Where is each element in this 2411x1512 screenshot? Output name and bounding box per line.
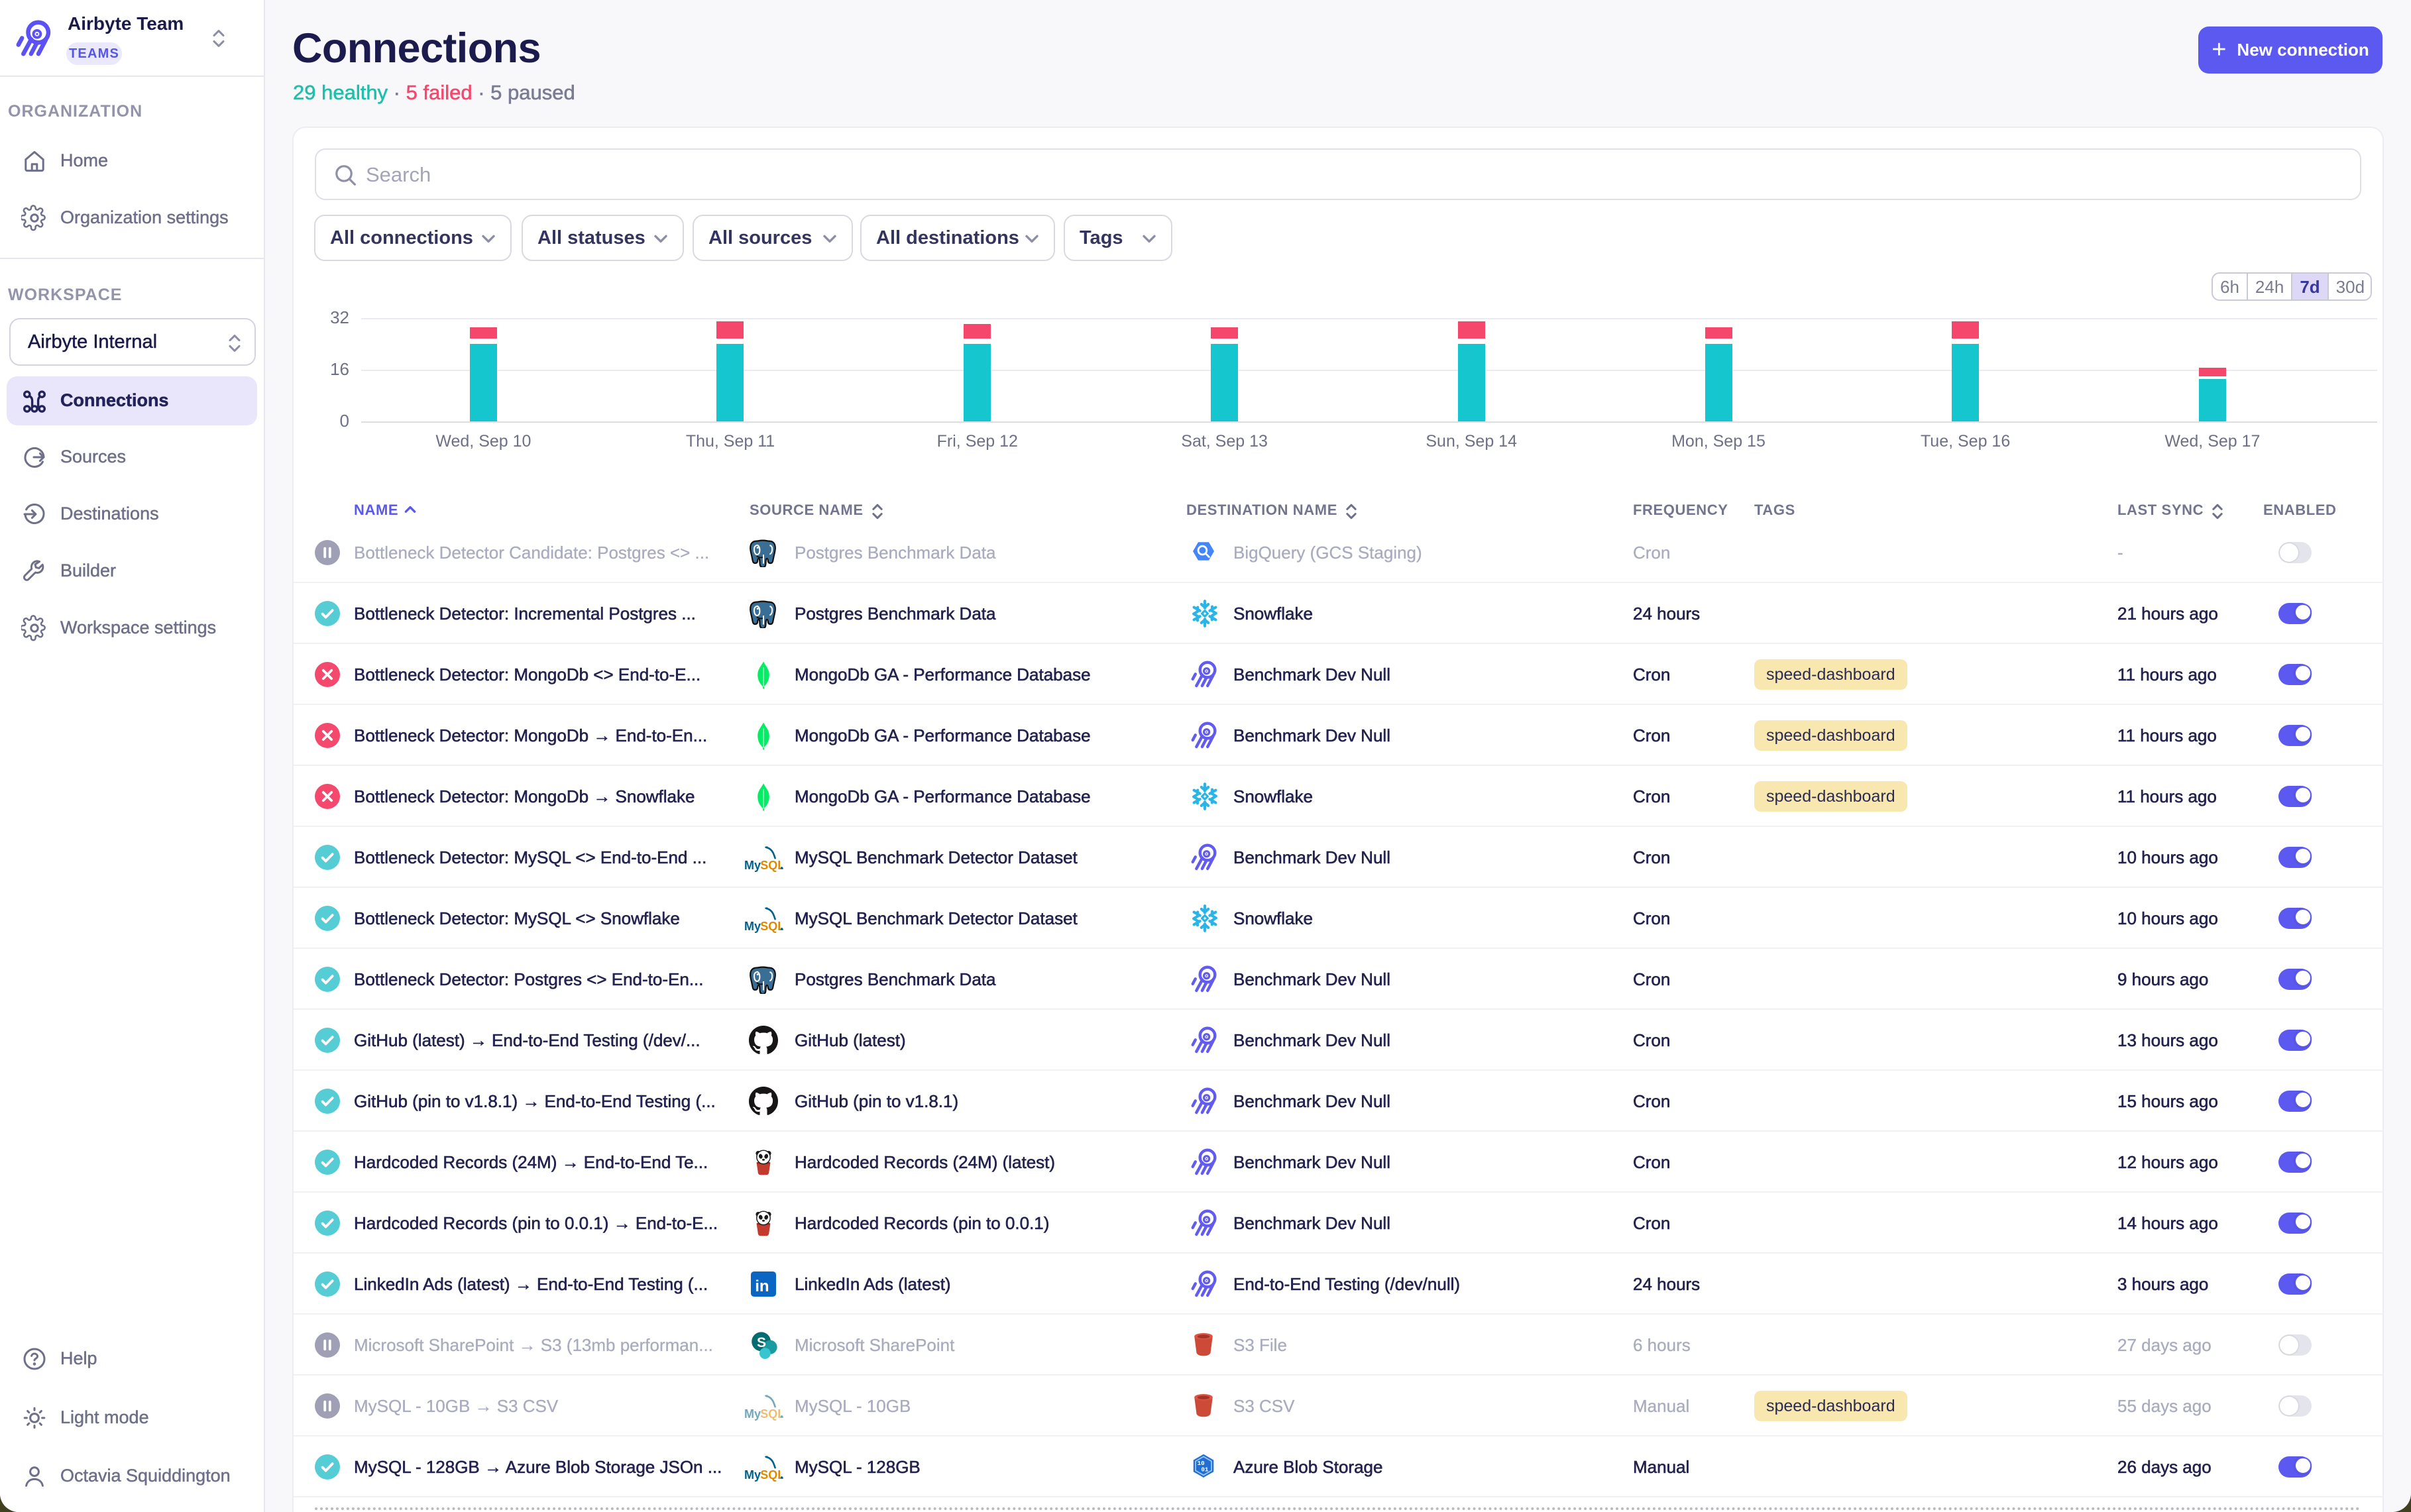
svg-text:My: My	[744, 920, 761, 933]
svg-text:My: My	[744, 1407, 761, 1421]
svg-text:My: My	[744, 1468, 761, 1482]
svg-text:01: 01	[1201, 1466, 1209, 1473]
svg-text:SQL: SQL	[760, 920, 783, 933]
svg-text:SQL: SQL	[760, 859, 783, 872]
svg-text:in: in	[755, 1277, 769, 1295]
svg-text:S: S	[757, 1335, 766, 1350]
svg-text:SQL: SQL	[760, 1407, 783, 1421]
svg-text:My: My	[744, 859, 761, 872]
svg-text:SQL: SQL	[760, 1468, 783, 1482]
